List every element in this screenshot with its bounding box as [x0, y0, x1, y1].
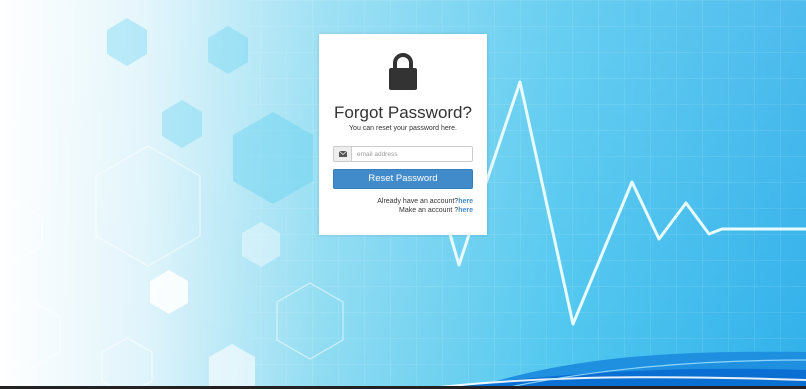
- envelope-icon: [333, 146, 351, 162]
- reset-password-button[interactable]: Reset Password: [333, 169, 473, 189]
- signup-prompt-text: Make an account ?: [399, 207, 459, 214]
- login-link[interactable]: here: [458, 198, 473, 205]
- forgot-password-card: Forgot Password? You can reset your pass…: [319, 34, 487, 235]
- page-subtitle: You can reset your password here.: [349, 125, 457, 132]
- signup-prompt-line: Make an account ?here: [399, 207, 473, 214]
- login-prompt-text: Already have an account?: [377, 198, 459, 205]
- login-prompt-line: Already have an account?here: [377, 198, 473, 205]
- lock-icon: [389, 53, 417, 90]
- signup-link[interactable]: here: [458, 207, 473, 214]
- page-title: Forgot Password?: [334, 103, 472, 122]
- email-input[interactable]: [351, 146, 473, 162]
- email-input-group: [333, 146, 473, 162]
